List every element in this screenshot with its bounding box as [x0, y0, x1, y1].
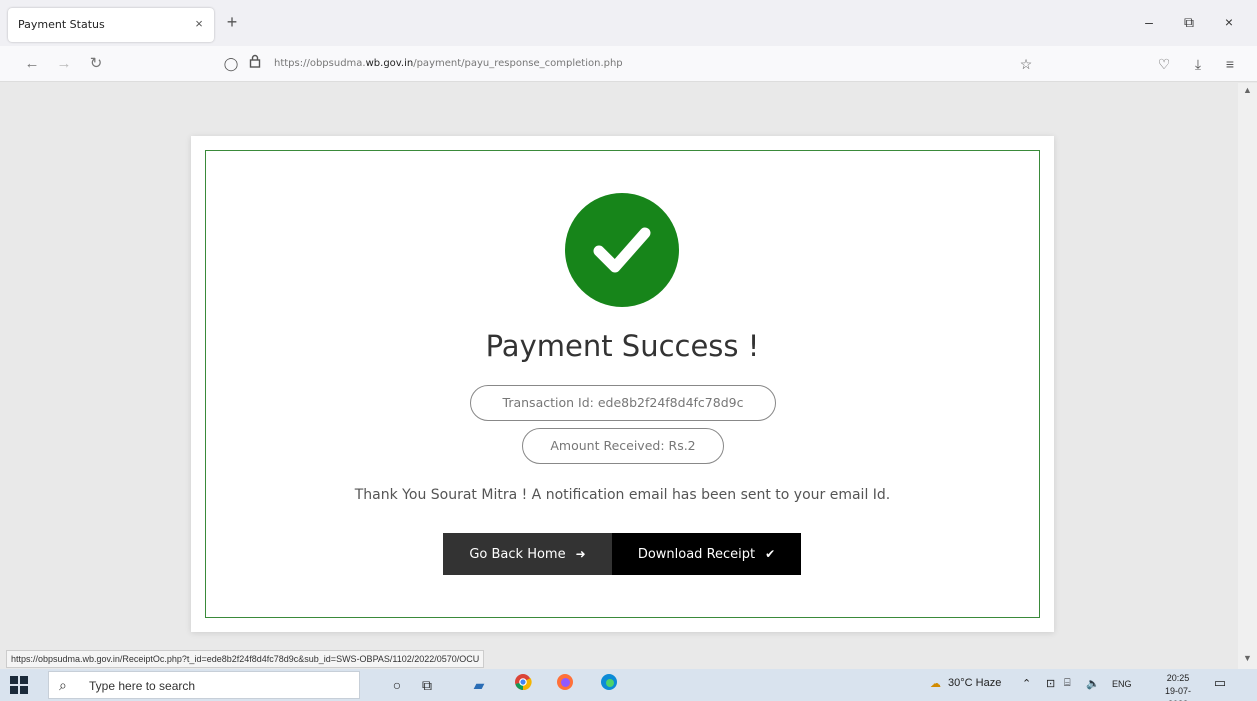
shield-icon[interactable]: ◯ — [222, 54, 240, 74]
search-icon: ⌕ — [59, 677, 67, 693]
go-back-home-label: Go Back Home — [469, 547, 566, 562]
tray-device-icon[interactable]: ⊡ — [1046, 677, 1055, 690]
thank-you-message: Thank You Sourat Mitra ! A notification … — [354, 487, 891, 503]
taskbar: ⌕ Type here to search ○ ⧉ ▰ ☁ 30°C Haze … — [0, 669, 1257, 701]
search-placeholder: Type here to search — [89, 679, 196, 693]
windows-start-icon[interactable] — [10, 676, 28, 694]
firefox-icon[interactable] — [552, 673, 578, 697]
cortana-icon[interactable]: ○ — [384, 673, 410, 697]
menu-icon[interactable]: ≡ — [1218, 52, 1242, 76]
task-view-icon[interactable]: ⧉ — [414, 673, 440, 697]
payment-card: Payment Success ! Transaction Id: ede8b2… — [191, 136, 1054, 632]
go-back-home-button[interactable]: Go Back Home ➜ — [443, 533, 612, 575]
minimize-button[interactable]: – — [1134, 12, 1164, 32]
nav-bar: ← → ↻ ◯ https://obpsudma.wb.gov.in/payme… — [0, 46, 1257, 82]
checkmark-icon: ✔ — [765, 547, 776, 561]
tray-chevron-up-icon[interactable]: ⌃ — [1022, 677, 1031, 690]
tab-title: Payment Status — [18, 18, 105, 31]
download-receipt-label: Download Receipt — [637, 547, 756, 562]
clock-date: 19-07-2022 — [1164, 686, 1191, 701]
transaction-id-badge: Transaction Id: ede8b2f24f8d4fc78d9c — [470, 385, 776, 421]
back-arrow-icon[interactable]: ← — [20, 52, 44, 76]
close-window-button[interactable]: × — [1214, 12, 1244, 32]
tab-bar: Payment Status × + – ⧉ × — [0, 0, 1257, 46]
page-title: Payment Success ! — [485, 329, 760, 363]
link-status-bar: https://obpsudma.wb.gov.in/ReceiptOc.php… — [6, 650, 485, 668]
clock-time: 20:25 — [1166, 673, 1190, 683]
network-icon[interactable]: ⌸ — [1064, 677, 1071, 690]
scroll-up-icon[interactable]: ▲ — [1238, 85, 1257, 99]
tab-payment-status[interactable]: Payment Status × — [8, 8, 214, 42]
weather-icon[interactable]: ☁ — [930, 677, 941, 690]
new-tab-button[interactable]: + — [222, 12, 242, 32]
card-inner-border: Payment Success ! Transaction Id: ede8b2… — [205, 150, 1040, 618]
bookmark-star-icon[interactable]: ☆ — [1016, 54, 1036, 74]
vertical-scrollbar[interactable]: ▲ ▼ — [1238, 83, 1257, 669]
edge-icon[interactable] — [596, 673, 622, 697]
url-text[interactable]: https://obpsudma.wb.gov.in/payment/payu_… — [274, 58, 623, 69]
success-check-icon — [565, 193, 679, 307]
file-explorer-icon[interactable]: ▰ — [466, 673, 492, 697]
tab-close-icon[interactable]: × — [190, 15, 208, 33]
volume-icon[interactable]: 🔈 — [1086, 677, 1100, 690]
reload-icon[interactable]: ↻ — [84, 52, 108, 76]
circle-arrow-right-icon: ➜ — [575, 547, 586, 561]
scroll-down-icon[interactable]: ▼ — [1238, 653, 1257, 667]
taskbar-clock[interactable]: 20:25 19-07-2022 — [1158, 672, 1198, 701]
forward-arrow-icon[interactable]: → — [52, 52, 76, 76]
download-icon[interactable]: ⤓ — [1186, 52, 1210, 76]
weather-text[interactable]: 30°C Haze — [948, 677, 1001, 689]
restore-button[interactable]: ⧉ — [1174, 12, 1204, 32]
taskbar-search-input[interactable]: ⌕ Type here to search — [48, 671, 360, 699]
url-bar[interactable]: ◯ https://obpsudma.wb.gov.in/payment/pay… — [216, 50, 1046, 78]
lock-icon[interactable] — [246, 54, 264, 74]
page-viewport: Payment Success ! Transaction Id: ede8b2… — [0, 83, 1238, 669]
amount-received-badge: Amount Received: Rs.2 — [522, 428, 724, 464]
notification-icon[interactable]: ▭ — [1210, 675, 1230, 695]
download-receipt-button[interactable]: Download Receipt ✔ — [612, 533, 801, 575]
chrome-icon[interactable] — [510, 673, 536, 697]
pocket-icon[interactable]: ♡ — [1152, 52, 1176, 76]
language-indicator[interactable]: ENG — [1112, 679, 1132, 689]
